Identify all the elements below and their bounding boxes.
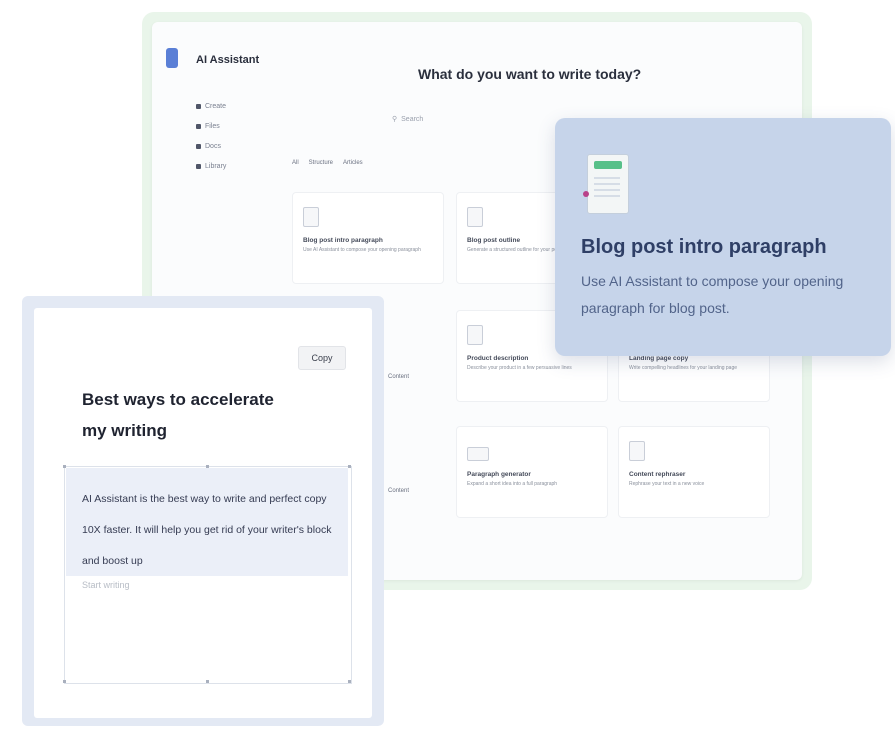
filter-all[interactable]: All <box>292 160 299 166</box>
sidebar-item-library[interactable]: Library <box>196 156 226 176</box>
cursor-dot-icon <box>583 191 589 197</box>
document-icon <box>303 207 319 227</box>
resize-handle-icon[interactable] <box>348 465 351 468</box>
document-preview-icon <box>583 154 629 214</box>
editor-placeholder: Start writing <box>82 580 130 590</box>
tag-icon <box>467 447 489 461</box>
document-lines <box>594 177 620 197</box>
resize-handle-icon[interactable] <box>206 465 209 468</box>
tooltip-title: Blog post intro paragraph <box>581 236 827 258</box>
nav-bullet-icon <box>196 123 201 129</box>
copy-button[interactable]: Copy <box>298 346 346 370</box>
page-heading: What do you want to write today? <box>418 66 642 82</box>
document-icon <box>467 325 483 345</box>
row-label: Content <box>388 374 410 380</box>
nav-bullet-icon <box>196 103 201 109</box>
sidebar-item-files[interactable]: Files <box>196 116 226 136</box>
editor-panel: Copy Best ways to accelerate my writing … <box>34 308 372 718</box>
filter-bar: All Structure Articles <box>292 160 363 166</box>
resize-handle-icon[interactable] <box>206 680 209 683</box>
sidebar-item-docs[interactable]: Docs <box>196 136 226 156</box>
row-label: Content <box>388 488 410 494</box>
sidebar-nav: Create Files Docs Library <box>196 96 226 176</box>
resize-handle-icon[interactable] <box>348 680 351 683</box>
template-tooltip: Blog post intro paragraph Use AI Assista… <box>555 118 891 356</box>
sidebar-item-create[interactable]: Create <box>196 96 226 116</box>
tooltip-description: Use AI Assistant to compose your opening… <box>581 273 844 316</box>
resize-handle-icon[interactable] <box>63 680 66 683</box>
nav-bullet-icon <box>196 143 201 149</box>
document-header-bar <box>594 161 622 169</box>
filter-articles[interactable]: Articles <box>343 160 363 166</box>
filter-structure[interactable]: Structure <box>309 160 333 166</box>
template-card[interactable]: Blog post intro paragraph Use AI Assista… <box>292 192 444 284</box>
editor-title: Best ways to accelerate my writing <box>82 390 274 440</box>
app-name: AI Assistant <box>196 54 260 66</box>
editor-body-text[interactable]: AI Assistant is the best way to write an… <box>82 484 338 577</box>
resize-handle-icon[interactable] <box>63 465 66 468</box>
template-card[interactable]: Paragraph generator Expand a short idea … <box>456 426 608 518</box>
nav-bullet-icon <box>196 163 201 169</box>
search-icon: ⚲ <box>392 116 398 123</box>
template-card[interactable]: Content rephraser Rephrase your text in … <box>618 426 770 518</box>
document-icon <box>467 207 483 227</box>
app-logo-icon <box>166 48 178 68</box>
document-icon <box>629 441 645 461</box>
